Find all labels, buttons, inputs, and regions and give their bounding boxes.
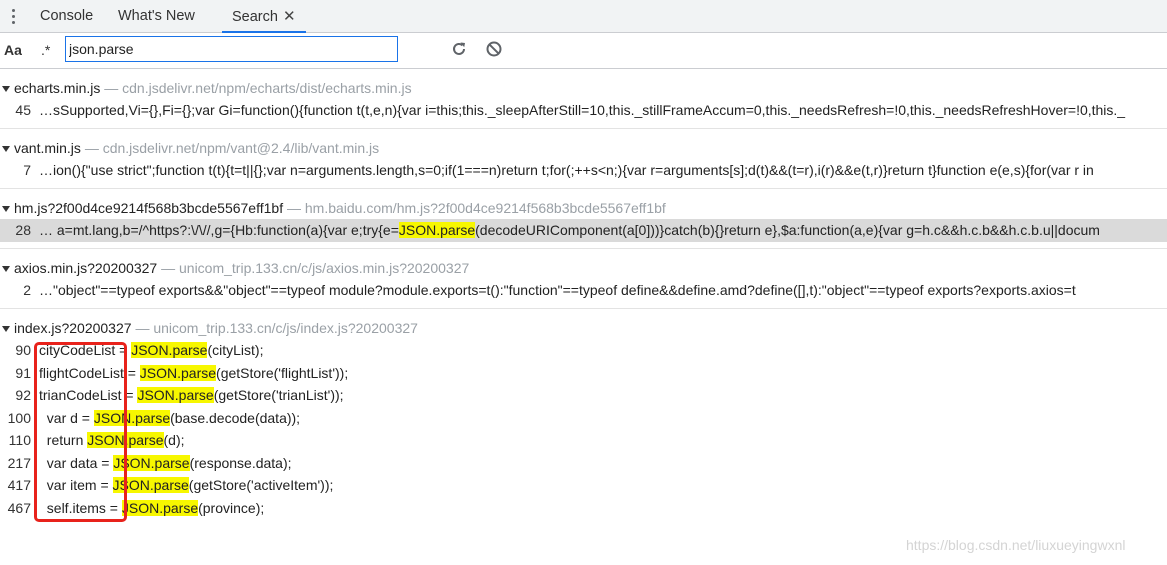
expand-triangle-icon[interactable] [2, 265, 10, 272]
match-row[interactable]: 45 …sSupported,Vi={},Fi={};var Gi=functi… [0, 99, 1167, 122]
more-options-icon[interactable] [8, 7, 20, 27]
file-name: echarts.min.js [14, 80, 101, 96]
file-name: vant.min.js [14, 140, 81, 156]
match-code: var item = JSON.parse(getStore('activeIt… [39, 477, 334, 493]
expand-triangle-icon[interactable] [2, 325, 10, 332]
line-number: 110 [8, 432, 31, 448]
match-row[interactable]: 217 var data = JSON.parse(response.data)… [0, 452, 1167, 475]
file-header[interactable]: index.js?20200327 — unicom_trip.133.cn/c… [0, 317, 418, 339]
match-code: self.items = JSON.parse(province); [39, 499, 265, 516]
refresh-icon[interactable] [450, 40, 468, 58]
match-code: …ion(){"use strict";function t(t){t=t||{… [39, 162, 1094, 178]
match-code: var data = JSON.parse(response.data); [39, 454, 292, 471]
file-header[interactable]: vant.min.js — cdn.jsdelivr.net/npm/vant@… [0, 137, 379, 159]
file-path: — unicom_trip.133.cn/c/js/index.js?20200… [135, 320, 418, 336]
search-results: echarts.min.js — cdn.jsdelivr.net/npm/ec… [0, 69, 1167, 565]
file-path: — unicom_trip.133.cn/c/js/axios.min.js?2… [161, 260, 470, 276]
drawer-tab-strip: Console What's New Search ✕ [0, 0, 1167, 33]
match-highlight: JSON.parse [112, 477, 189, 493]
close-icon[interactable]: ✕ [283, 0, 296, 33]
clear-icon[interactable] [485, 40, 503, 58]
line-number: 467 [7, 499, 31, 516]
divider [0, 188, 1167, 189]
match-row[interactable]: 2 …"object"==typeof exports&&"object"==t… [0, 279, 1167, 302]
tab-whats-new[interactable]: What's New [118, 0, 195, 33]
match-highlight: JSON.parse [113, 454, 190, 471]
search-input[interactable] [65, 36, 398, 62]
match-highlight: JSON.parse [131, 342, 208, 358]
expand-triangle-icon[interactable] [2, 85, 10, 92]
line-number: 92 [15, 387, 31, 403]
match-case-toggle[interactable]: Aa [4, 42, 22, 58]
file-name: index.js?20200327 [14, 320, 132, 336]
line-number: 2 [23, 282, 31, 298]
match-row[interactable]: 7 …ion(){"use strict";function t(t){t=t|… [0, 159, 1167, 182]
line-number: 28 [15, 222, 31, 238]
match-code: var d = JSON.parse(base.decode(data)); [39, 409, 301, 426]
divider [0, 128, 1167, 129]
line-number: 217 [7, 454, 31, 471]
match-highlight: JSON.parse [87, 432, 164, 448]
line-number: 91 [15, 364, 31, 381]
match-row[interactable]: 467 self.items = JSON.parse(province); [0, 497, 1167, 520]
match-row-selected[interactable]: 28 … a=mt.lang,b=/^https?:\/\//,g={Hb:fu… [0, 219, 1167, 242]
match-code: trianCodeList = JSON.parse(getStore('tri… [39, 387, 344, 403]
file-header[interactable]: echarts.min.js — cdn.jsdelivr.net/npm/ec… [0, 77, 412, 99]
line-number: 417 [7, 477, 31, 493]
match-row[interactable]: 100 var d = JSON.parse(base.decode(data)… [0, 407, 1167, 430]
file-name: hm.js?2f00d4ce9214f568b3bcde5567eff1bf [14, 200, 284, 216]
match-row[interactable]: 90 cityCodeList = JSON.parse(cityList); [0, 339, 1167, 362]
expand-triangle-icon[interactable] [2, 145, 10, 152]
match-row[interactable]: 417 var item = JSON.parse(getStore('acti… [0, 474, 1167, 497]
file-path: — cdn.jsdelivr.net/npm/echarts/dist/echa… [104, 80, 412, 96]
tab-console[interactable]: Console [40, 0, 93, 33]
watermark: https://blog.csdn.net/liuxueyingwxnl [906, 537, 1126, 553]
match-highlight: JSON.parse [93, 409, 171, 426]
file-path: — cdn.jsdelivr.net/npm/vant@2.4/lib/vant… [84, 140, 380, 156]
expand-triangle-icon[interactable] [2, 205, 10, 212]
match-code: …sSupported,Vi={},Fi={};var Gi=function(… [39, 102, 1126, 118]
match-code: flightCodeList = JSON.parse(getStore('fl… [39, 364, 349, 381]
match-highlight: JSON.parse [137, 387, 214, 403]
match-code: cityCodeList = JSON.parse(cityList); [39, 342, 264, 358]
match-row[interactable]: 91 flightCodeList = JSON.parse(getStore(… [0, 362, 1167, 385]
tab-search-label: Search [232, 9, 278, 25]
file-path: — hm.baidu.com/hm.js?2f00d4ce9214f568b3b… [286, 200, 666, 216]
line-number: 7 [23, 162, 31, 178]
match-code: …"object"==typeof exports&&"object"==typ… [39, 282, 1076, 298]
divider [0, 308, 1167, 309]
line-number: 100 [7, 409, 31, 426]
tab-search[interactable]: Search ✕ [222, 0, 306, 33]
match-code: return JSON.parse(d); [39, 432, 185, 448]
line-number: 90 [15, 342, 31, 358]
match-highlight: JSON.parse [398, 222, 476, 238]
search-toolbar: Aa .* [0, 33, 1167, 69]
file-header[interactable]: axios.min.js?20200327 — unicom_trip.133.… [0, 257, 469, 279]
match-code: … a=mt.lang,b=/^https?:\/\//,g={Hb:funct… [39, 222, 1100, 238]
match-row[interactable]: 110 return JSON.parse(d); [0, 429, 1167, 452]
match-highlight: JSON.parse [139, 364, 217, 381]
divider [0, 248, 1167, 249]
file-name: axios.min.js?20200327 [14, 260, 158, 276]
line-number: 45 [15, 102, 31, 118]
file-header[interactable]: hm.js?2f00d4ce9214f568b3bcde5567eff1bf —… [0, 197, 666, 219]
regex-toggle[interactable]: .* [41, 42, 50, 58]
match-row[interactable]: 92 trianCodeList = JSON.parse(getStore('… [0, 384, 1167, 407]
match-highlight: JSON.parse [121, 499, 199, 516]
